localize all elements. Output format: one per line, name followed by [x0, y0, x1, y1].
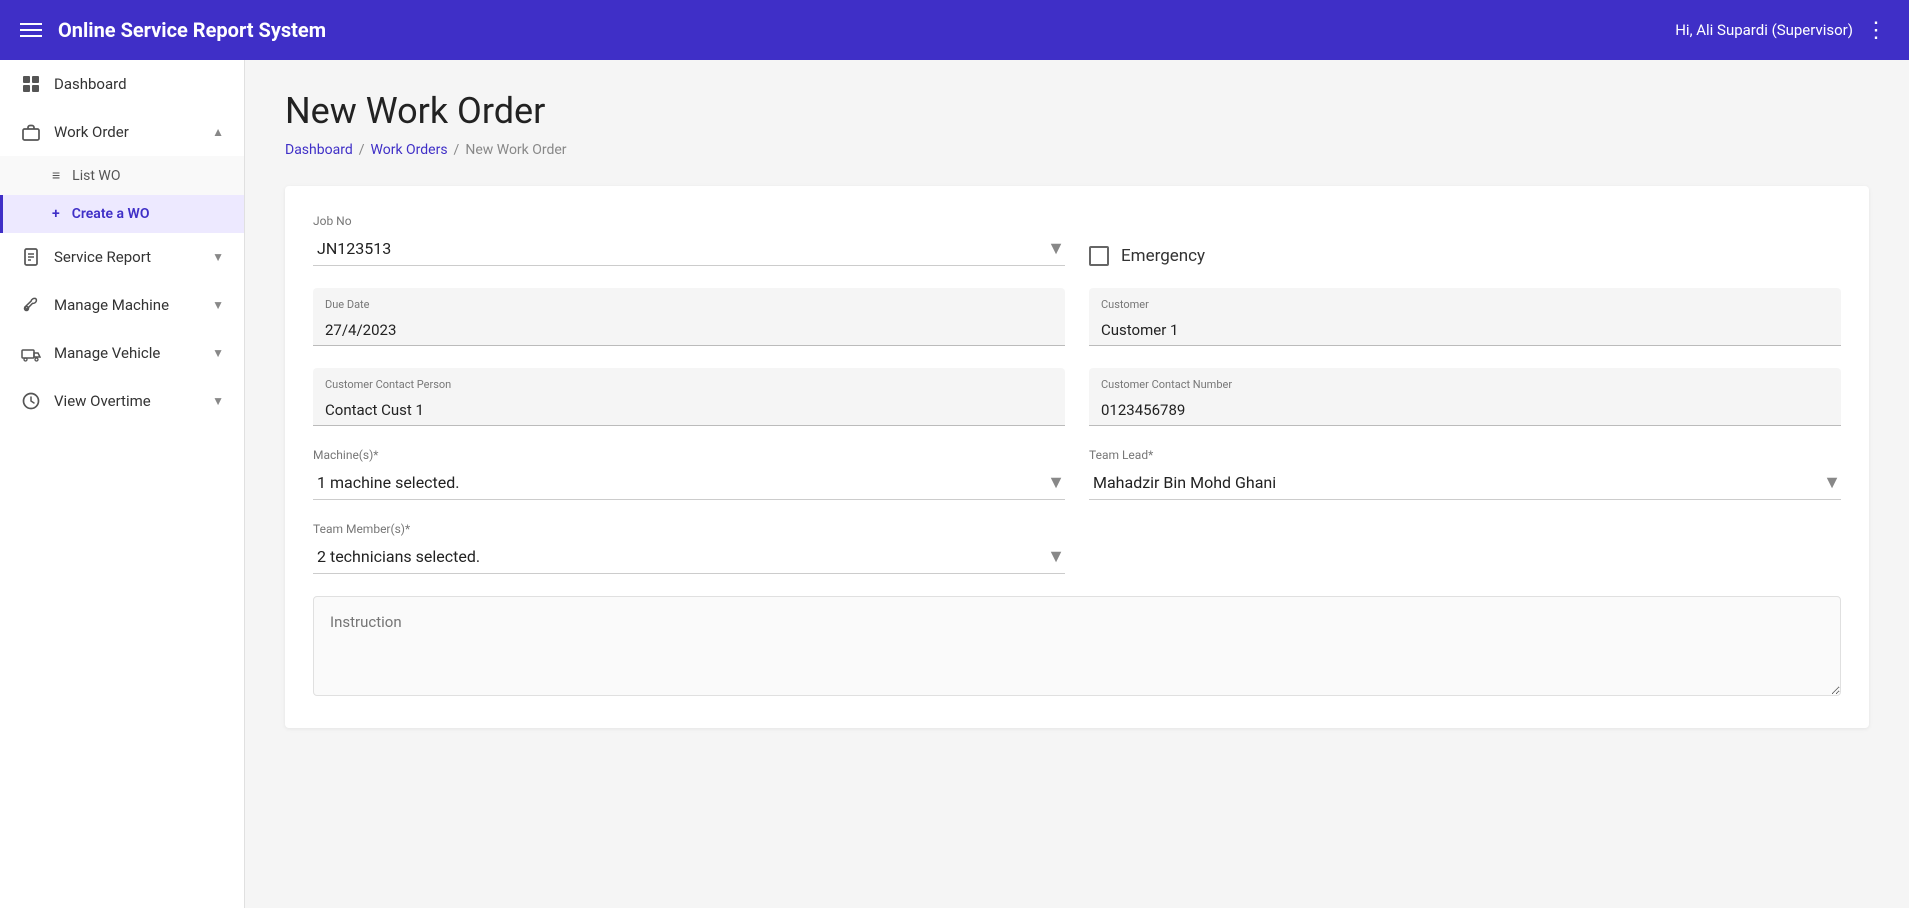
hamburger-icon[interactable]	[20, 23, 42, 37]
dropdown-arrow-icon: ▼	[1047, 238, 1065, 259]
chevron-down-icon4: ▼	[212, 394, 224, 408]
clock-icon	[20, 390, 42, 412]
team-members-arrow-icon: ▼	[1047, 546, 1065, 567]
work-order-submenu: ≡ List WO + Create a WO	[0, 156, 244, 233]
breadcrumb-dashboard[interactable]: Dashboard	[285, 142, 353, 158]
sidebar-label-service-report: Service Report	[54, 248, 151, 266]
breadcrumb-sep2: /	[454, 142, 460, 158]
sidebar-item-work-order[interactable]: Work Order ▲	[0, 108, 244, 156]
app-title: Online Service Report System	[58, 18, 326, 42]
due-date-value: 27/4/2023	[325, 321, 1053, 339]
topbar-right: Hi, Ali Supardi (Supervisor) ⋮	[1675, 18, 1889, 43]
create-wo-label: Create a WO	[72, 206, 150, 222]
contact-person-label: Customer Contact Person	[325, 378, 1053, 391]
breadcrumb: Dashboard / Work Orders / New Work Order	[285, 142, 1869, 158]
machines-value: 1 machine selected.	[313, 473, 1047, 492]
team-lead-group: Team Lead* Mahadzir Bin Mohd Ghani ▼	[1089, 448, 1841, 500]
sidebar-label-work-order: Work Order	[54, 123, 129, 141]
machines-group: Machine(s)* 1 machine selected. ▼	[313, 448, 1065, 500]
plus-icon: +	[52, 206, 60, 222]
breadcrumb-work-orders[interactable]: Work Orders	[371, 142, 448, 158]
team-lead-label: Team Lead*	[1089, 448, 1841, 462]
customer-group: Customer Customer 1	[1089, 288, 1841, 346]
sidebar-label-manage-machine: Manage Machine	[54, 296, 169, 314]
job-no-group: Job No JN123513 ▼	[313, 214, 1065, 266]
job-no-dropdown[interactable]: JN123513 ▼	[313, 232, 1065, 266]
form-card: Job No JN123513 ▼ Emergency	[285, 186, 1869, 728]
contact-number-field: Customer Contact Number 0123456789	[1089, 368, 1841, 426]
sidebar-item-manage-vehicle[interactable]: Manage Vehicle ▼	[0, 329, 244, 377]
contact-person-group: Customer Contact Person Contact Cust 1	[313, 368, 1065, 426]
form-row-team-members: Team Member(s)* 2 technicians selected. …	[313, 522, 1841, 574]
user-greeting: Hi, Ali Supardi (Supervisor)	[1675, 21, 1853, 39]
sidebar-item-create-wo[interactable]: + Create a WO	[0, 195, 244, 233]
emergency-row: Emergency	[1089, 238, 1841, 266]
team-lead-arrow-icon: ▼	[1823, 472, 1841, 493]
list-icon: ≡	[52, 167, 60, 184]
contact-person-field: Customer Contact Person Contact Cust 1	[313, 368, 1065, 426]
team-members-group: Team Member(s)* 2 technicians selected. …	[313, 522, 1065, 574]
customer-value: Customer 1	[1101, 321, 1829, 339]
emergency-group: Emergency	[1089, 238, 1841, 266]
team-members-dropdown[interactable]: 2 technicians selected. ▼	[313, 540, 1065, 574]
team-members-value: 2 technicians selected.	[313, 547, 1047, 566]
machines-dropdown[interactable]: 1 machine selected. ▼	[313, 466, 1065, 500]
topbar-left: Online Service Report System	[20, 18, 326, 42]
contact-number-group: Customer Contact Number 0123456789	[1089, 368, 1841, 426]
team-lead-dropdown[interactable]: Mahadzir Bin Mohd Ghani ▼	[1089, 466, 1841, 500]
contact-number-label: Customer Contact Number	[1101, 378, 1829, 391]
topbar: Online Service Report System Hi, Ali Sup…	[0, 0, 1909, 60]
job-no-label: Job No	[313, 214, 1065, 228]
sidebar-label-manage-vehicle: Manage Vehicle	[54, 344, 160, 362]
form-row-date-customer: Due Date 27/4/2023 Customer Customer 1	[313, 288, 1841, 346]
team-members-label: Team Member(s)*	[313, 522, 1065, 536]
team-lead-value: Mahadzir Bin Mohd Ghani	[1089, 473, 1823, 492]
contact-number-value: 0123456789	[1101, 401, 1829, 419]
sidebar-item-manage-machine[interactable]: Manage Machine ▼	[0, 281, 244, 329]
main-content: New Work Order Dashboard / Work Orders /…	[245, 60, 1909, 908]
breadcrumb-sep1: /	[359, 142, 365, 158]
instruction-textarea[interactable]	[313, 596, 1841, 696]
sidebar-item-dashboard[interactable]: Dashboard	[0, 60, 244, 108]
chevron-down-icon: ▼	[212, 250, 224, 264]
emergency-label: Emergency	[1121, 246, 1205, 266]
wrench-icon	[20, 294, 42, 316]
more-options-icon[interactable]: ⋮	[1865, 18, 1889, 43]
list-wo-label: List WO	[72, 168, 120, 184]
layout: Dashboard Work Order ▲ ≡ List WO + Creat…	[0, 60, 1909, 908]
customer-label: Customer	[1101, 298, 1829, 311]
contact-person-value: Contact Cust 1	[325, 401, 1053, 419]
sidebar-label-dashboard: Dashboard	[54, 75, 127, 93]
sidebar: Dashboard Work Order ▲ ≡ List WO + Creat…	[0, 60, 245, 908]
instruction-group	[313, 596, 1841, 696]
truck-icon	[20, 342, 42, 364]
form-row-job-emergency: Job No JN123513 ▼ Emergency	[313, 214, 1841, 266]
chevron-down-icon2: ▼	[212, 298, 224, 312]
sidebar-label-view-overtime: View Overtime	[54, 392, 151, 410]
due-date-field: Due Date 27/4/2023	[313, 288, 1065, 346]
customer-field: Customer Customer 1	[1089, 288, 1841, 346]
due-date-group: Due Date 27/4/2023	[313, 288, 1065, 346]
due-date-label: Due Date	[325, 298, 1053, 311]
chevron-down-icon3: ▼	[212, 346, 224, 360]
chevron-up-icon: ▲	[212, 125, 224, 139]
form-row-contact: Customer Contact Person Contact Cust 1 C…	[313, 368, 1841, 426]
sidebar-item-service-report[interactable]: Service Report ▼	[0, 233, 244, 281]
document-icon	[20, 246, 42, 268]
machines-arrow-icon: ▼	[1047, 472, 1065, 493]
grid-icon	[20, 73, 42, 95]
sidebar-item-list-wo[interactable]: ≡ List WO	[0, 156, 244, 195]
emergency-checkbox[interactable]	[1089, 246, 1109, 266]
machines-label: Machine(s)*	[313, 448, 1065, 462]
form-row-machines-lead: Machine(s)* 1 machine selected. ▼ Team L…	[313, 448, 1841, 500]
briefcase-icon	[20, 121, 42, 143]
breadcrumb-current: New Work Order	[465, 142, 566, 158]
sidebar-item-view-overtime[interactable]: View Overtime ▼	[0, 377, 244, 425]
page-title: New Work Order	[285, 90, 1869, 132]
job-no-value: JN123513	[313, 239, 1047, 258]
